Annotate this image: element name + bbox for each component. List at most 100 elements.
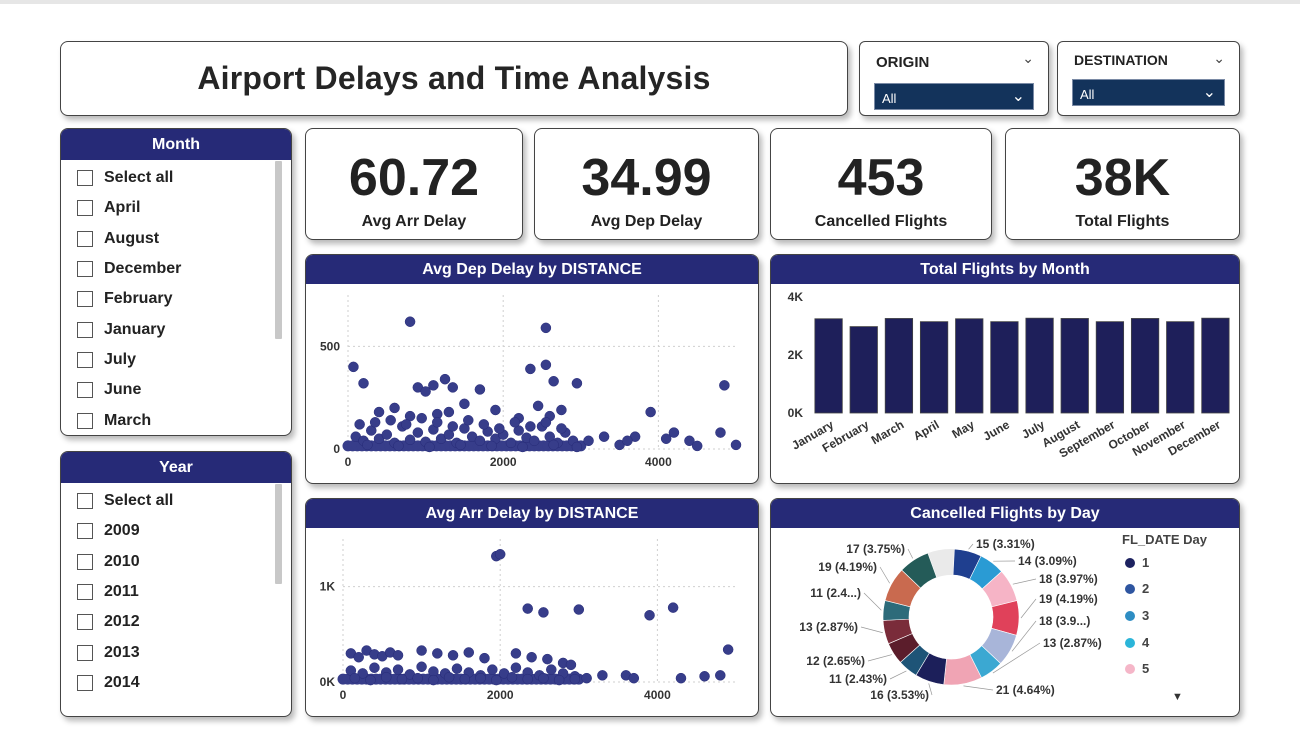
data-point — [459, 398, 470, 410]
kpi-label: Avg Arr Delay — [361, 213, 467, 230]
chevron-down-icon[interactable]: ⌄ — [1213, 50, 1225, 67]
legend-scroll-down-icon[interactable]: ▼ — [1172, 691, 1183, 703]
destination-select[interactable]: All ⌄ — [1072, 79, 1225, 106]
arr-delay-scatter: 0 2000 4000 0K 1K — [320, 539, 736, 702]
legend-item[interactable]: 2 — [1125, 581, 1149, 596]
legend-item[interactable]: 1 — [1125, 555, 1149, 570]
year-option-2011[interactable]: 2011 — [77, 577, 271, 607]
data-point — [548, 439, 559, 451]
data-point — [474, 435, 486, 447]
data-point — [486, 440, 497, 452]
data-point — [353, 651, 364, 663]
leader-line — [879, 566, 890, 584]
data-point — [447, 421, 459, 432]
checkbox[interactable] — [77, 382, 93, 399]
kpi-label: Total Flights — [1075, 213, 1170, 230]
destination-select-value: All — [1080, 87, 1095, 102]
month-option-april[interactable]: April — [77, 193, 271, 223]
legend-swatch — [1125, 583, 1135, 594]
data-point — [478, 419, 490, 430]
data-point — [525, 421, 536, 432]
data-point — [675, 672, 687, 684]
data-point — [431, 417, 443, 428]
month-option-select-all[interactable]: Select all — [77, 163, 271, 193]
legend-swatch — [1125, 663, 1135, 674]
destination-filter[interactable]: DESTINATION ⌄ All ⌄ — [1057, 41, 1240, 116]
checkbox[interactable] — [77, 261, 93, 278]
data-point — [362, 439, 373, 451]
data-point — [349, 672, 361, 684]
y-tick-label: 0K — [320, 675, 336, 689]
year-option-2009[interactable]: 2009 — [77, 516, 271, 546]
month-option-december[interactable]: December — [77, 254, 271, 284]
year-option-2012[interactable]: 2012 — [77, 607, 271, 637]
month-option-august[interactable]: August — [77, 224, 271, 254]
data-point — [645, 406, 656, 418]
year-option-2014[interactable]: 2014 — [77, 668, 271, 698]
month-option-march[interactable]: March — [77, 405, 271, 435]
data-point — [532, 400, 544, 412]
slice-label: 13 (2.87%) — [1043, 636, 1102, 650]
checkbox[interactable] — [77, 170, 93, 187]
kpi-card-total-flights: 38K Total Flights — [1005, 128, 1240, 240]
checkbox[interactable] — [77, 493, 93, 510]
month-option-january[interactable]: January — [77, 314, 271, 344]
checkbox[interactable] — [77, 674, 93, 691]
bar — [884, 318, 914, 414]
checkbox[interactable] — [77, 644, 93, 661]
checkbox[interactable] — [77, 351, 93, 368]
data-point — [583, 435, 594, 447]
year-option-2013[interactable]: 2013 — [77, 637, 271, 667]
checkbox[interactable] — [77, 321, 93, 338]
year-slicer-scrollbar[interactable] — [275, 484, 282, 584]
legend-item[interactable]: 5 — [1125, 661, 1149, 676]
legend-item[interactable]: 3 — [1125, 608, 1149, 623]
data-point — [412, 427, 424, 438]
checkbox[interactable] — [77, 200, 93, 217]
year-slicer-header: Year — [61, 452, 291, 483]
year-option-2010[interactable]: 2010 — [77, 547, 271, 577]
bar — [849, 326, 878, 414]
data-point — [540, 359, 552, 371]
checkbox[interactable] — [77, 230, 93, 247]
slice-label: 14 (3.09%) — [1018, 554, 1077, 568]
slice-label: 15 (3.31%) — [976, 537, 1035, 551]
month-slicer-scrollbar[interactable] — [275, 161, 282, 339]
data-point — [628, 672, 640, 684]
checkbox[interactable] — [77, 412, 93, 429]
data-point — [424, 441, 435, 453]
data-point — [447, 382, 459, 393]
slice-label: 11 (2.43%) — [829, 672, 887, 686]
data-point — [428, 674, 439, 686]
data-point — [525, 363, 536, 375]
data-point — [730, 439, 742, 451]
data-point — [571, 441, 583, 453]
checkbox[interactable] — [77, 553, 93, 570]
checkbox[interactable] — [77, 614, 93, 631]
origin-filter[interactable]: ORIGIN ⌄ All ⌄ — [859, 41, 1049, 116]
data-point — [389, 402, 400, 414]
bar — [1095, 321, 1125, 414]
data-point — [455, 439, 466, 451]
bar — [1201, 317, 1230, 414]
checkbox[interactable] — [77, 291, 93, 308]
month-option-february[interactable]: February — [77, 284, 271, 314]
month-option-july[interactable]: July — [77, 345, 271, 375]
data-point — [667, 602, 679, 613]
origin-select[interactable]: All ⌄ — [874, 83, 1034, 110]
data-point — [487, 664, 498, 675]
legend-item[interactable]: 4 — [1125, 635, 1149, 650]
chevron-down-icon[interactable]: ⌄ — [1022, 50, 1034, 67]
month-option-june[interactable]: June — [77, 375, 271, 405]
kpi-value: 34.99 — [581, 149, 712, 207]
data-point — [358, 378, 369, 389]
data-point — [510, 662, 522, 673]
slice-label: 11 (2.4...) — [810, 586, 861, 600]
data-point — [581, 672, 592, 684]
data-point — [373, 406, 385, 418]
year-option-select-all[interactable]: Select all — [77, 486, 271, 516]
checkbox[interactable] — [77, 523, 93, 540]
bar — [1166, 321, 1195, 414]
checkbox[interactable] — [77, 584, 93, 601]
legend-label: 3 — [1142, 608, 1150, 623]
